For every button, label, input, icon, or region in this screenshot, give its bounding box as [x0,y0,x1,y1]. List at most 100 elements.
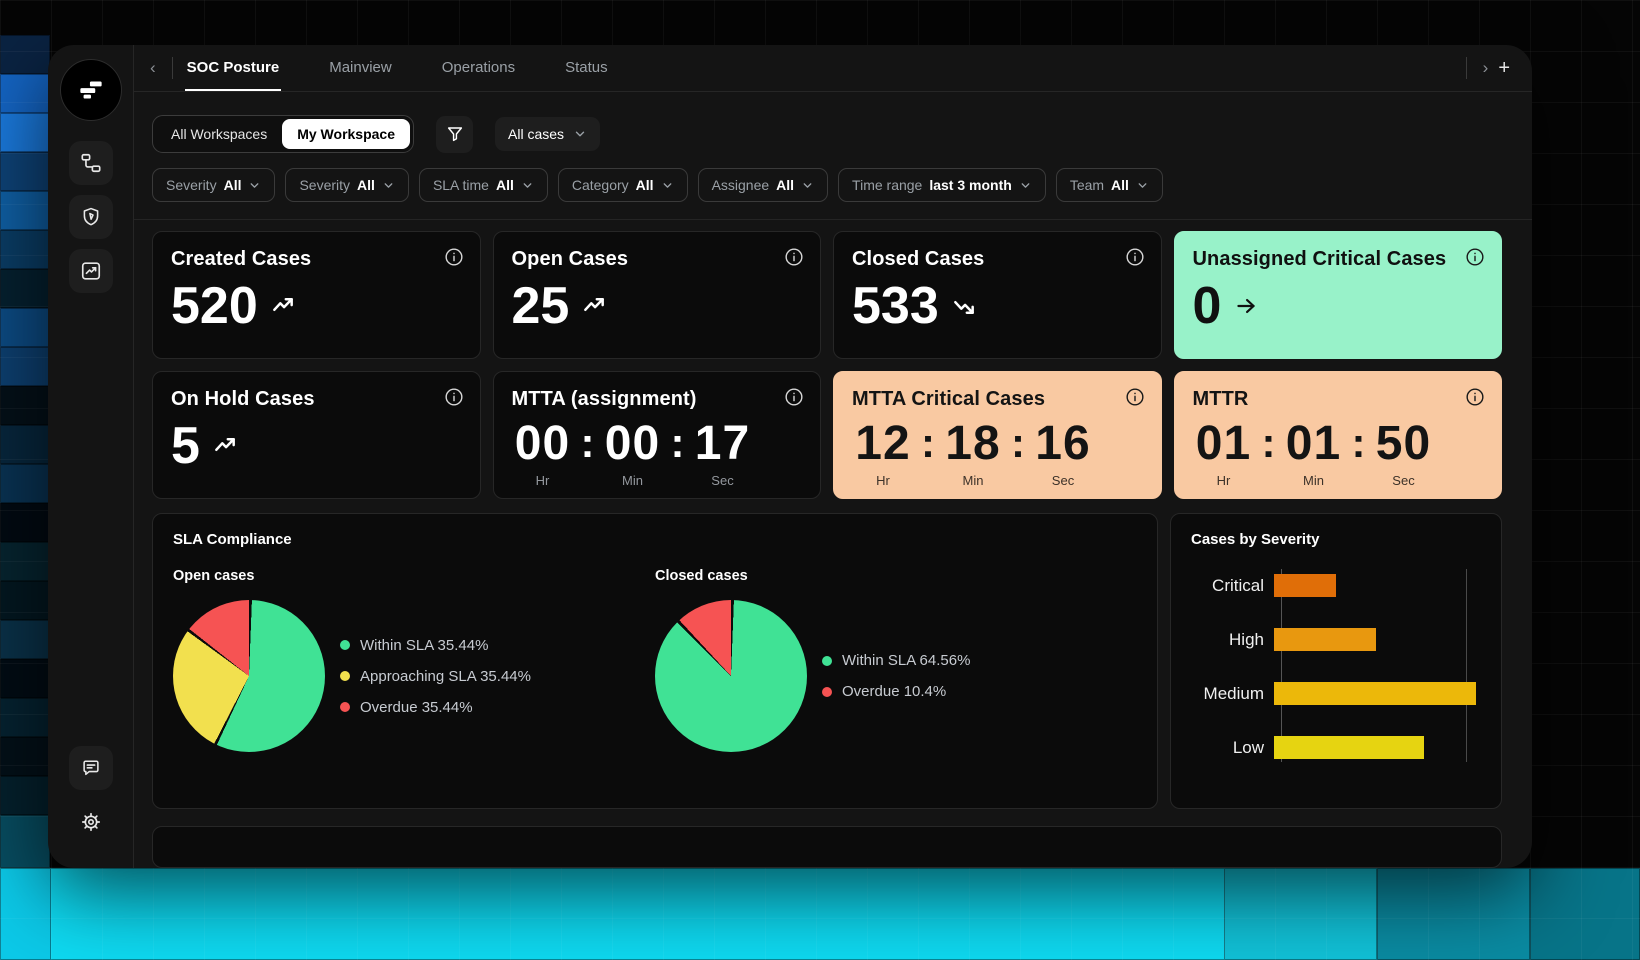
info-icon[interactable] [444,387,464,407]
closed-cases-chart-group: Closed cases Within SLA 64.56% Overdue 10… [655,568,1137,752]
truncated-panel [152,826,1502,868]
timer-value: 12Hr : 18Min : 16Sec [852,419,1143,487]
timer-seconds: 17 [695,419,750,469]
info-icon[interactable] [784,387,804,407]
shield-icon [80,206,102,228]
created-cases-card[interactable]: Created Cases 520 [152,231,481,359]
timer-seconds: 16 [1035,419,1090,469]
bottom-panels: SLA Compliance Open cases Within SLA 35.… [152,513,1502,809]
kpi-cards-row-2: On Hold Cases 5 MTTA (assignment) 00Hr :… [152,371,1502,499]
timer-unit-hr: Hr [876,473,890,488]
main-content: ‹ SOC Posture Mainview Operations Status… [134,45,1532,868]
tab-operations[interactable]: Operations [440,45,517,91]
card-title: MTTR [1193,388,1484,411]
tab-bar: ‹ SOC Posture Mainview Operations Status… [134,45,1532,92]
severity-bar-chart[interactable]: CriticalHighMediumLow [1191,574,1481,759]
app-window: ‹ SOC Posture Mainview Operations Status… [48,45,1532,868]
open-cases-legend: Within SLA 35.44%Approaching SLA 35.44%O… [340,637,531,716]
open-cases-pie-chart[interactable] [173,600,325,752]
timer-minutes: 01 [1286,419,1341,469]
open-cases-card[interactable]: Open Cases 25 [493,231,822,359]
tab-mainview[interactable]: Mainview [327,45,394,91]
cases-by-severity-panel: Cases by Severity CriticalHighMediumLow [1170,513,1502,809]
chip-label: Time range [852,177,922,193]
filter-chip-category[interactable]: Category All [558,168,688,202]
unassigned-critical-cases-card[interactable]: Unassigned Critical Cases 0 [1174,231,1503,359]
closed-cases-card[interactable]: Closed Cases 533 [833,231,1162,359]
card-title: Created Cases [171,248,462,271]
filter-chip-sla-time[interactable]: SLA time All [419,168,548,202]
bar-critical[interactable] [1274,574,1336,597]
info-icon[interactable] [1125,247,1145,267]
all-workspaces-option[interactable]: All Workspaces [156,119,282,149]
legend-label: Within SLA 35.44% [360,637,488,654]
add-tab-button[interactable]: + [1492,57,1516,80]
tab-soc-posture[interactable]: SOC Posture [185,45,282,91]
timer-hours: 01 [1196,419,1251,469]
my-workspace-option[interactable]: My Workspace [282,119,410,149]
info-icon[interactable] [1125,387,1145,407]
sidebar-item-settings[interactable] [69,800,113,844]
trend-down-icon [951,293,977,319]
timer-colon: : [1004,419,1032,487]
bar-high[interactable] [1274,628,1376,651]
info-icon[interactable] [1465,247,1485,267]
filter-chip-time-range[interactable]: Time range last 3 month [838,168,1046,202]
card-value: 0 [1193,280,1222,332]
on-hold-cases-card[interactable]: On Hold Cases 5 [152,371,481,499]
bar-category-label: Critical [1191,576,1273,596]
tabs-back-icon[interactable]: ‹ [146,58,160,78]
tab-label: SOC Posture [187,59,280,76]
chart-subtitle: Closed cases [655,568,1137,584]
filter-chip-severity-1[interactable]: Severity All [152,168,275,202]
legend-item: Within SLA 64.56% [822,652,970,669]
legend-dot [340,702,350,712]
tab-status[interactable]: Status [563,45,610,91]
tabs-forward-icon[interactable]: › [1479,58,1493,78]
filter-button[interactable] [436,116,473,153]
chevron-down-icon [573,127,587,141]
app-logo[interactable] [60,59,122,121]
legend-dot [822,687,832,697]
sidebar-item-workflows[interactable] [69,141,113,185]
chip-value: last 3 month [929,177,1011,193]
info-icon[interactable] [1465,387,1485,407]
chip-value: All [224,177,242,193]
timer-colon: : [914,419,942,487]
chip-value: All [496,177,514,193]
trend-up-icon [581,293,607,319]
timer-unit-min: Min [1303,473,1324,488]
bar-medium[interactable] [1274,682,1476,705]
legend-label: Approaching SLA 35.44% [360,668,531,685]
card-value: 520 [171,280,258,332]
info-icon[interactable] [784,247,804,267]
mttr-card[interactable]: MTTR 01Hr : 01Min : 50Sec [1174,371,1503,499]
mtta-critical-cases-card[interactable]: MTTA Critical Cases 12Hr : 18Min : 16Sec [833,371,1162,499]
divider [1466,57,1467,79]
sidebar-item-analytics[interactable] [69,249,113,293]
sidebar-item-security[interactable] [69,195,113,239]
bar-low[interactable] [1274,736,1424,759]
tab-label: Operations [442,59,515,76]
cases-dropdown[interactable]: All cases [495,117,600,151]
info-icon[interactable] [444,247,464,267]
timer-colon: : [574,419,602,487]
sidebar [48,45,134,868]
card-value: 5 [171,420,200,472]
trend-up-icon [212,433,238,459]
chart-trend-icon [80,260,102,282]
legend-label: Overdue 10.4% [842,683,946,700]
legend-dot [340,671,350,681]
filter-chip-team[interactable]: Team All [1056,168,1163,202]
closed-cases-pie-chart[interactable] [655,600,807,752]
timer-value: 00Hr : 00Min : 17Sec [512,419,803,487]
arrow-right-icon [1233,293,1259,319]
filter-chip-assignee[interactable]: Assignee All [698,168,828,202]
timer-unit-min: Min [622,473,643,488]
sidebar-item-chat[interactable] [69,746,113,790]
mtta-assignment-card[interactable]: MTTA (assignment) 00Hr : 00Min : 17Sec [493,371,822,499]
sla-compliance-panel: SLA Compliance Open cases Within SLA 35.… [152,513,1158,809]
timer-minutes: 18 [945,419,1000,469]
filter-chip-severity-2[interactable]: Severity All [285,168,408,202]
chevron-down-icon [801,179,814,192]
